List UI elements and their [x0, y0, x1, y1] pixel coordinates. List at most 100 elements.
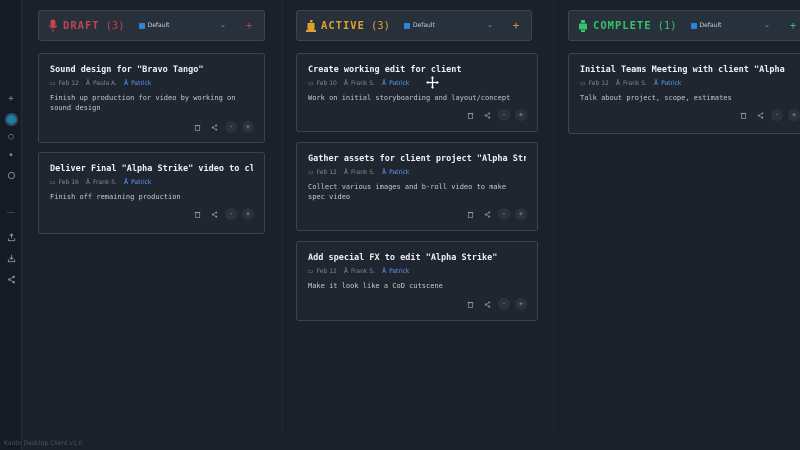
add-card-button[interactable]: + [786, 20, 800, 31]
share-icon[interactable] [481, 208, 493, 220]
board-selector[interactable]: Default [138, 22, 170, 29]
column-draft: DRAFT (3) Default - + Sound design for "… [30, 0, 273, 436]
column-count: (3) [370, 19, 390, 32]
task-card[interactable]: Create working edit for client ▭ Feb 10 Å… [296, 53, 538, 132]
assignee-icon: Å [382, 80, 387, 87]
trash-icon[interactable] [737, 109, 749, 121]
author-icon: Å [343, 80, 348, 87]
add-card-button[interactable]: + [509, 20, 523, 31]
card-date: Feb 16 [58, 179, 79, 186]
rail-divider [7, 212, 15, 213]
collapse-column-button[interactable]: - [760, 20, 774, 31]
card-assignee[interactable]: Patrick [389, 268, 409, 275]
task-card[interactable]: Gather assets for client project "Alpha … [296, 142, 538, 231]
share-icon[interactable] [481, 298, 493, 310]
flame-icon [305, 19, 317, 33]
card-assignee[interactable]: Patrick [131, 80, 151, 87]
card-author: Frank S. [92, 179, 118, 186]
card-title: Create working edit for client [308, 65, 462, 75]
card-author: Frank S. [350, 169, 376, 176]
add-icon[interactable]: + [3, 92, 19, 106]
assignee-icon: Å [124, 179, 129, 186]
card-assignee[interactable]: Patrick [131, 179, 151, 186]
add-card-button[interactable]: + [242, 20, 256, 31]
move-forward-button[interactable]: + [242, 208, 254, 220]
assignee-icon: Å [382, 268, 387, 275]
card-title: Sound design for "Bravo Tango" [50, 65, 204, 75]
share-icon[interactable] [208, 208, 220, 220]
trash-icon[interactable] [191, 121, 203, 133]
board-label: Default [699, 22, 722, 29]
card-title: Initial Teams Meeting with client "Alpha… [580, 65, 789, 75]
download-icon[interactable] [3, 251, 19, 265]
card-author: Frank S. [350, 80, 376, 87]
move-forward-button[interactable]: + [515, 109, 527, 121]
task-card[interactable]: Deliver Final "Alpha Strike" video to cl… [38, 152, 265, 234]
column-title: ACTIVE [321, 19, 365, 32]
card-description: Collect various images and b-roll video … [308, 183, 507, 201]
upload-icon[interactable] [3, 230, 19, 244]
task-card[interactable]: Initial Teams Meeting with client "Alpha… [568, 53, 800, 134]
check-block-icon [577, 19, 589, 33]
collapse-column-button[interactable]: - [483, 20, 497, 31]
column-count: (1) [657, 19, 677, 32]
calendar-icon: ▭ [308, 268, 314, 275]
calendar-icon: ▭ [50, 179, 56, 186]
move-back-button[interactable]: - [225, 121, 237, 133]
card-date: Feb 10 [316, 80, 337, 87]
card-title: Add special FX to edit "Alpha Strike" [308, 253, 498, 263]
board-label: Default [412, 22, 435, 29]
trash-icon[interactable] [191, 208, 203, 220]
share-icon[interactable] [754, 109, 766, 121]
column-title: COMPLETE [593, 19, 652, 32]
card-description: Make it look like a CoD cutscene [308, 282, 443, 290]
move-forward-button[interactable]: + [515, 298, 527, 310]
column-divider [282, 0, 283, 436]
column-divider [553, 0, 554, 436]
board-selector[interactable]: Default [403, 22, 435, 29]
assignee-icon: Å [123, 80, 129, 87]
column-header-complete: COMPLETE (1) Default - + [568, 10, 800, 41]
move-back-button[interactable]: - [498, 208, 510, 220]
trash-icon[interactable] [464, 109, 476, 121]
card-title: Gather assets for client project "Alpha … [308, 154, 526, 164]
collapse-column-button[interactable]: - [216, 20, 230, 31]
author-icon: Å [343, 268, 348, 275]
move-forward-button[interactable]: + [242, 121, 254, 133]
share-icon[interactable] [3, 272, 19, 286]
move-back-button[interactable]: - [498, 298, 510, 310]
share-icon[interactable] [481, 109, 493, 121]
column-header-draft: DRAFT (3) Default - + [38, 10, 265, 41]
card-assignee[interactable]: Patrick [389, 80, 409, 87]
card-assignee[interactable]: Patrick [661, 80, 681, 87]
move-cursor-icon [426, 76, 439, 89]
card-assignee[interactable]: Patrick [389, 169, 409, 176]
column-header-active: ACTIVE (3) Default - + [296, 10, 532, 41]
board-icon [403, 22, 410, 29]
card-date: Feb 12 [316, 169, 337, 176]
left-rail: + ○ • [0, 0, 22, 450]
circle-icon[interactable]: ○ [3, 130, 19, 144]
trash-icon[interactable] [464, 298, 476, 310]
task-card[interactable]: Sound design for "Bravo Tango" ▭ Feb 12 Å… [38, 53, 265, 143]
board-selector[interactable]: Default [690, 22, 722, 29]
refresh-icon[interactable] [3, 168, 19, 182]
board-icon [690, 22, 697, 29]
dot-icon[interactable]: • [3, 149, 19, 163]
move-forward-button[interactable]: + [788, 109, 800, 121]
move-back-button[interactable]: - [225, 208, 237, 220]
card-description: Work on initial storyboarding and layout… [308, 94, 511, 102]
calendar-icon: ▭ [308, 169, 314, 176]
card-description: Finish up production for video by workin… [50, 94, 236, 112]
board-active-icon[interactable] [3, 112, 19, 126]
author-icon: Å [615, 80, 620, 87]
column-complete: COMPLETE (1) Default - + Initial Teams M… [560, 0, 800, 436]
trash-icon[interactable] [464, 208, 476, 220]
card-date: Feb 12 [58, 80, 79, 87]
move-forward-button[interactable]: + [515, 208, 527, 220]
column-count: (3) [105, 19, 125, 32]
move-back-button[interactable]: - [498, 109, 510, 121]
move-back-button[interactable]: - [771, 109, 783, 121]
share-icon[interactable] [208, 121, 220, 133]
task-card[interactable]: Add special FX to edit "Alpha Strike" ▭ F… [296, 241, 538, 321]
